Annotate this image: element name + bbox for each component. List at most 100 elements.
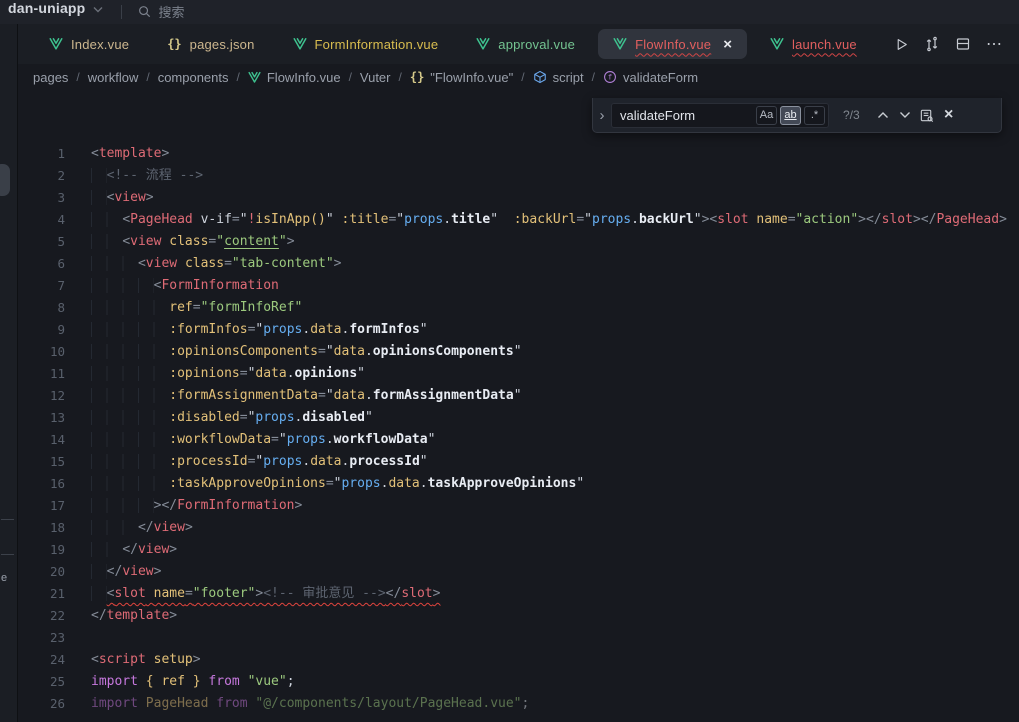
code-line[interactable]: 9 :formInfos="props.data.formInfos" [18, 319, 1019, 341]
line-content: <slot name="footer"><!-- 审批意见 --></slot> [91, 583, 440, 605]
code-line[interactable]: 12 :formAssignmentData="data.formAssignm… [18, 385, 1019, 407]
code-editor[interactable]: 1<template>2 <!-- 流程 -->3 <view>4 <PageH… [18, 90, 1019, 715]
breadcrumb-label: Vuter [360, 70, 391, 85]
project-name[interactable]: dan-uniapp [8, 0, 85, 16]
line-content: </template> [91, 605, 177, 627]
find-input[interactable] [620, 108, 753, 123]
code-line[interactable]: 18 </view> [18, 517, 1019, 539]
line-number: 17 [18, 495, 65, 517]
next-match-icon[interactable] [894, 104, 916, 126]
tab-bar: Index.vue {}pages.json FormInformation.vue… [18, 24, 1019, 64]
line-content: <FormInformation [91, 275, 279, 297]
run-icon[interactable] [894, 37, 909, 52]
breadcrumb-item-script[interactable]: script [533, 70, 584, 85]
line-number: 14 [18, 429, 65, 451]
code-line[interactable]: 21 <slot name="footer"><!-- 审批意见 --></sl… [18, 583, 1019, 605]
line-content: <PageHead v-if="!isInApp()" :title="prop… [91, 209, 1007, 231]
regex-toggle[interactable]: .* [804, 106, 825, 125]
previous-match-icon[interactable] [872, 104, 894, 126]
vue-icon [476, 37, 490, 51]
breadcrumb-label: script [553, 70, 584, 85]
tab-approval-vue[interactable]: approval.vue [461, 29, 590, 59]
line-number: 15 [18, 451, 65, 473]
breadcrumb-item-components[interactable]: components [158, 70, 229, 85]
code-line[interactable]: 5 <view class="content"> [18, 231, 1019, 253]
find-in-selection-icon[interactable] [916, 104, 938, 126]
svg-text:f: f [608, 73, 612, 82]
vue-icon [770, 37, 784, 51]
find-widget: › Aa ab .* ?/3 [592, 98, 1002, 133]
line-number: 13 [18, 407, 65, 429]
line-number: 8 [18, 297, 65, 319]
breadcrumb-label: FlowInfo.vue [267, 70, 341, 85]
code-line[interactable]: 17 ></FormInformation> [18, 495, 1019, 517]
line-number: 18 [18, 517, 65, 539]
breadcrumb-item-validateform[interactable]: f validateForm [603, 70, 698, 85]
module-symbol-icon [533, 70, 547, 84]
code-line[interactable]: 24<script setup> [18, 649, 1019, 671]
close-icon[interactable]: × [723, 37, 732, 52]
breadcrumb-item-flowinfo-vue[interactable]: FlowInfo.vue [248, 70, 341, 85]
code-line[interactable]: 19 </view> [18, 539, 1019, 561]
breadcrumb-separator: / [521, 70, 524, 84]
search-placeholder: 搜索 [158, 2, 184, 21]
compare-changes-icon[interactable] [924, 36, 940, 52]
line-number: 26 [18, 693, 65, 715]
tab-index-vue[interactable]: Index.vue [34, 29, 144, 59]
title-bar: dan-uniapp 搜索 [0, 0, 1019, 24]
line-content: <view> [91, 187, 154, 209]
code-line[interactable]: 14 :workflowData="props.workflowData" [18, 429, 1019, 451]
code-line[interactable]: 6 <view class="tab-content"> [18, 253, 1019, 275]
code-line[interactable]: 25import { ref } from "vue"; [18, 671, 1019, 693]
tab-label: FlowInfo.vue [635, 37, 711, 52]
code-line[interactable]: 10 :opinionsComponents="data.opinionsCom… [18, 341, 1019, 363]
line-number: 7 [18, 275, 65, 297]
code-line[interactable]: 20 </view> [18, 561, 1019, 583]
line-content: ></FormInformation> [91, 495, 302, 517]
breadcrumb-item-vuter[interactable]: Vuter [360, 70, 391, 85]
toggle-replace-icon[interactable]: › [593, 98, 611, 132]
tab-pages-json[interactable]: {}pages.json [152, 29, 269, 59]
chevron-down-icon[interactable] [93, 6, 103, 13]
breadcrumb-item--flowinfo-vue-[interactable]: {}"FlowInfo.vue" [410, 70, 513, 85]
code-line[interactable]: 26import PageHead from "@/components/lay… [18, 693, 1019, 715]
code-line[interactable]: 2 <!-- 流程 --> [18, 165, 1019, 187]
line-content: </view> [91, 539, 177, 561]
code-line[interactable]: 16 :taskApproveOpinions="props.data.task… [18, 473, 1019, 495]
code-line[interactable]: 13 :disabled="props.disabled" [18, 407, 1019, 429]
global-search[interactable]: 搜索 [138, 2, 184, 21]
code-line[interactable]: 23 [18, 627, 1019, 649]
code-line[interactable]: 1<template> [18, 143, 1019, 165]
collapsed-sidebar-rail[interactable]: e [0, 24, 18, 722]
code-line[interactable]: 4 <PageHead v-if="!isInApp()" :title="pr… [18, 209, 1019, 231]
code-line[interactable]: 3 <view> [18, 187, 1019, 209]
breadcrumb-separator: / [349, 70, 352, 84]
sidebar-divider [1, 519, 14, 520]
tab-forminformation-vue[interactable]: FormInformation.vue [278, 29, 454, 59]
code-line[interactable]: 22</template> [18, 605, 1019, 627]
breadcrumb-item-pages[interactable]: pages [33, 70, 68, 85]
breadcrumb-item-workflow[interactable]: workflow [88, 70, 139, 85]
breadcrumb-label: validateForm [623, 70, 698, 85]
tab-flowinfo-vue[interactable]: FlowInfo.vue × [598, 29, 747, 59]
vue-icon [293, 37, 307, 51]
find-result-count: ?/3 [843, 108, 860, 122]
line-content: :disabled="props.disabled" [91, 407, 373, 429]
more-actions-icon[interactable]: ⋯ [986, 34, 1003, 54]
line-content: </view> [91, 517, 193, 539]
line-content: <script setup> [91, 649, 201, 671]
line-content: ref="formInfoRef" [91, 297, 302, 319]
code-line[interactable]: 11 :opinions="data.opinions" [18, 363, 1019, 385]
titlebar-divider [121, 5, 122, 19]
line-content: :formAssignmentData="data.formAssignment… [91, 385, 522, 407]
code-line[interactable]: 8 ref="formInfoRef" [18, 297, 1019, 319]
split-editor-icon[interactable] [955, 36, 971, 52]
close-find-icon[interactable]: × [938, 104, 960, 126]
vue-icon [613, 37, 627, 51]
code-line[interactable]: 15 :processId="props.data.processId" [18, 451, 1019, 473]
code-line[interactable]: 7 <FormInformation [18, 275, 1019, 297]
line-content: <view class="tab-content"> [91, 253, 341, 275]
tab-launch-vue[interactable]: launch.vue [755, 29, 872, 59]
whole-word-toggle[interactable]: ab [780, 106, 801, 125]
match-case-toggle[interactable]: Aa [756, 106, 777, 125]
